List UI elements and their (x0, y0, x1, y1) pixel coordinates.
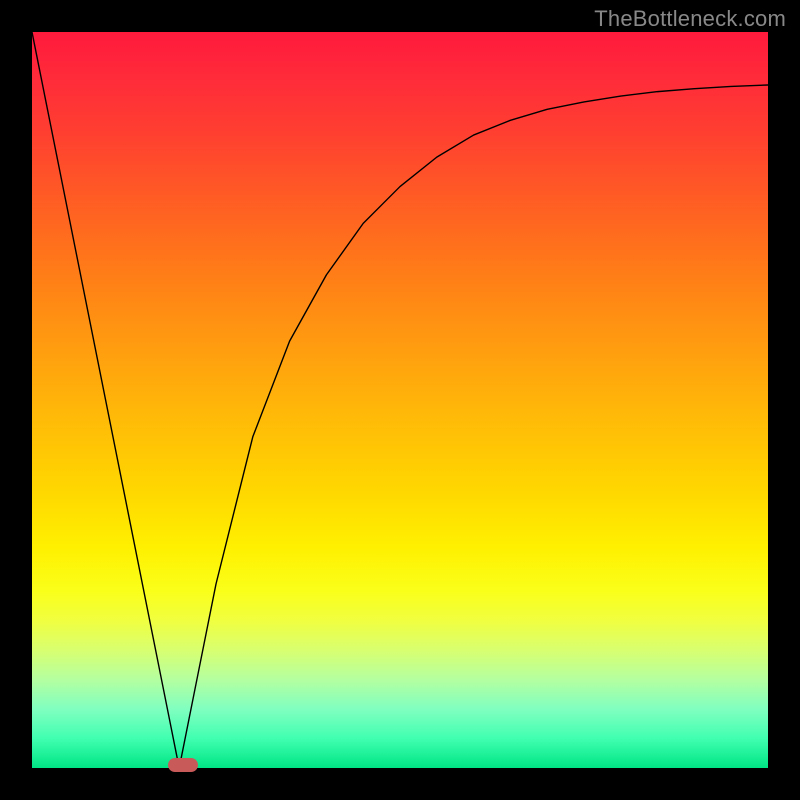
chart-container: TheBottleneck.com (0, 0, 800, 800)
plot-area (32, 32, 768, 768)
watermark: TheBottleneck.com (594, 6, 786, 32)
optimum-marker (168, 758, 198, 772)
